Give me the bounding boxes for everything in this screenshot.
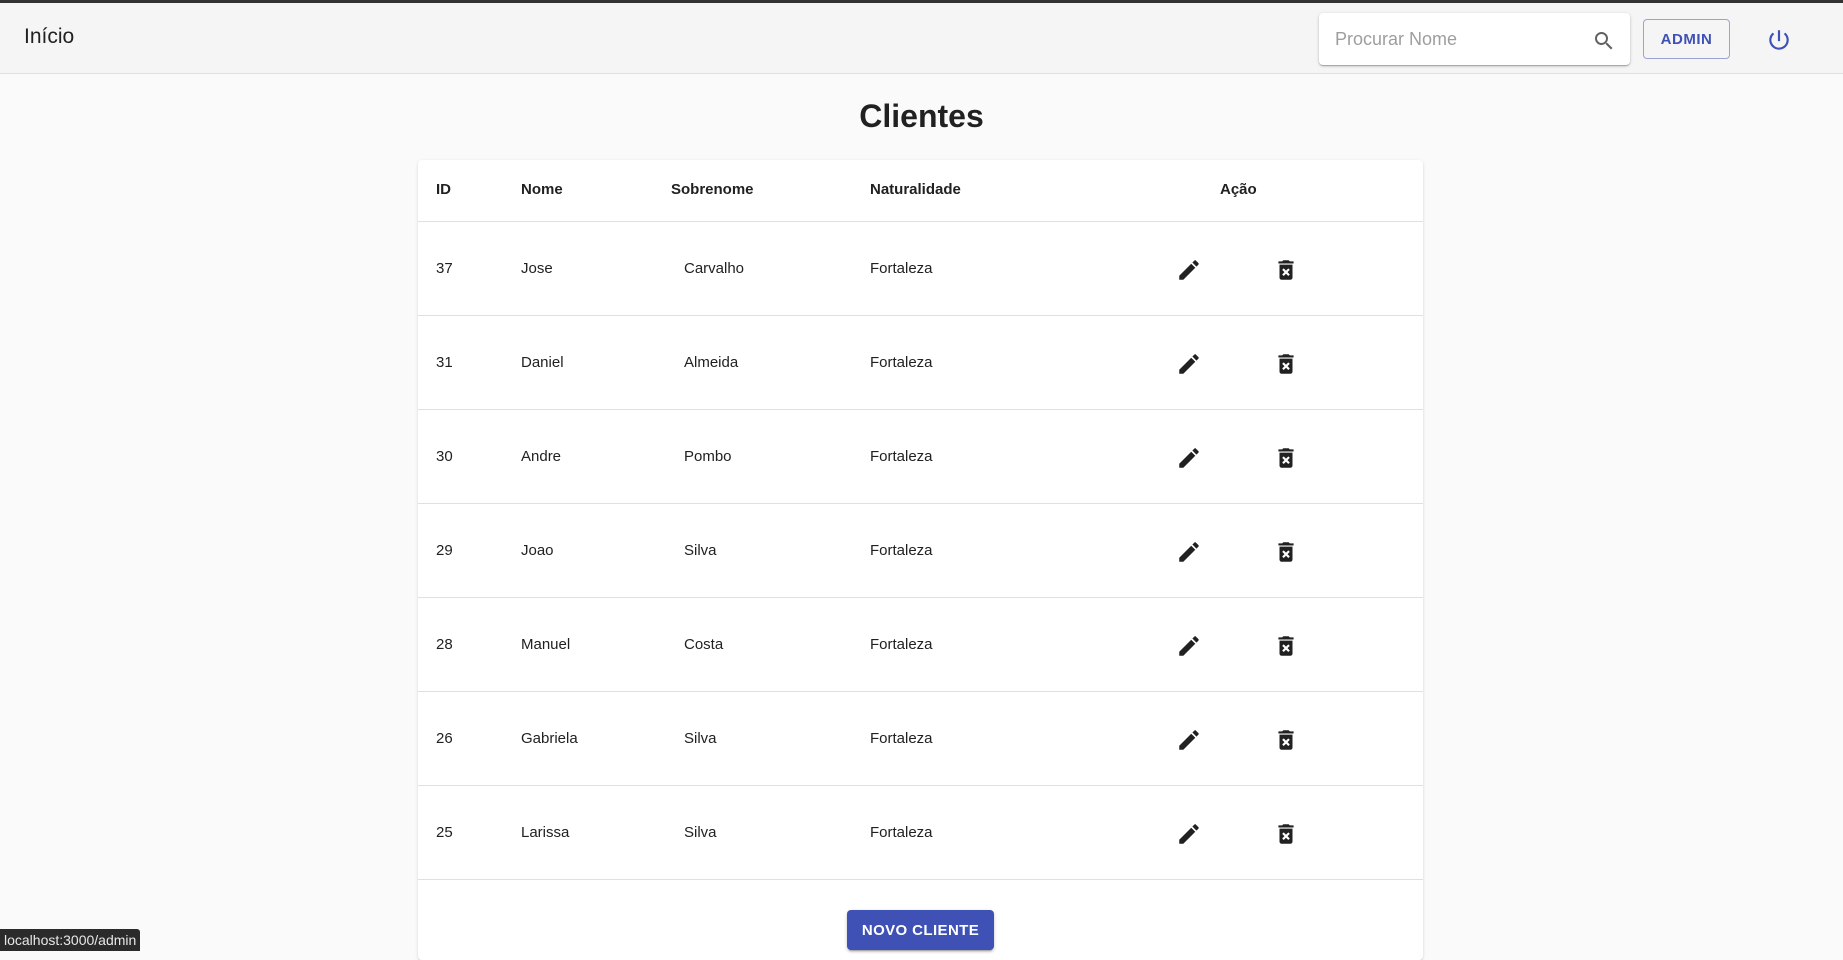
column-header-naturalidade: Naturalidade [870, 181, 961, 198]
clients-table-card: ID Nome Sobrenome Naturalidade Ação 37 J… [418, 160, 1423, 960]
cell-id: 30 [436, 448, 453, 465]
table-row: 28 Manuel Costa Fortaleza [418, 598, 1423, 692]
new-client-button[interactable]: NOVO CLIENTE [847, 910, 994, 950]
edit-icon[interactable] [1176, 445, 1202, 471]
table-row: 31 Daniel Almeida Fortaleza [418, 316, 1423, 410]
power-icon[interactable] [1766, 27, 1792, 53]
cell-naturalidade: Fortaleza [870, 448, 933, 465]
edit-icon[interactable] [1176, 539, 1202, 565]
delete-icon[interactable] [1273, 351, 1299, 377]
delete-icon[interactable] [1273, 257, 1299, 283]
cell-naturalidade: Fortaleza [870, 636, 933, 653]
column-header-sobrenome: Sobrenome [671, 181, 754, 198]
cell-id: 31 [436, 354, 453, 371]
cell-id: 25 [436, 824, 453, 841]
cell-sobrenome: Carvalho [684, 260, 745, 277]
table-header: ID Nome Sobrenome Naturalidade Ação [418, 160, 1423, 222]
table-footer: NOVO CLIENTE [418, 895, 1423, 960]
edit-icon[interactable] [1176, 727, 1202, 753]
edit-icon[interactable] [1176, 351, 1202, 377]
cell-sobrenome: Costa [684, 636, 724, 653]
app-title[interactable]: Início [24, 25, 74, 49]
table-row: 29 Joao Silva Fortaleza [418, 504, 1423, 598]
edit-icon[interactable] [1176, 821, 1202, 847]
search-input[interactable] [1335, 25, 1575, 53]
edit-icon[interactable] [1176, 257, 1202, 283]
cell-nome: Manuel [521, 636, 571, 653]
table-row: 26 Gabriela Silva Fortaleza [418, 692, 1423, 786]
cell-nome: Larissa [521, 824, 570, 841]
cell-nome: Daniel [521, 354, 564, 371]
cell-id: 26 [436, 730, 453, 747]
cell-naturalidade: Fortaleza [870, 542, 933, 559]
cell-naturalidade: Fortaleza [870, 354, 933, 371]
delete-icon[interactable] [1273, 445, 1299, 471]
column-header-nome: Nome [521, 181, 563, 198]
edit-icon[interactable] [1176, 633, 1202, 659]
column-header-id: ID [436, 181, 451, 198]
cell-nome: Andre [521, 448, 562, 465]
cell-sobrenome: Pombo [684, 448, 732, 465]
table-row: 37 Jose Carvalho Fortaleza [418, 222, 1423, 316]
cell-id: 29 [436, 542, 453, 559]
cell-sobrenome: Silva [684, 542, 717, 559]
app-bar: Início ADMIN [0, 3, 1843, 74]
table-row: 25 Larissa Silva Fortaleza [418, 786, 1423, 880]
column-header-acao: Ação [1220, 181, 1257, 198]
search-icon[interactable] [1592, 29, 1616, 53]
cell-naturalidade: Fortaleza [870, 730, 933, 747]
cell-sobrenome: Almeida [684, 354, 739, 371]
cell-sobrenome: Silva [684, 730, 717, 747]
cell-nome: Gabriela [521, 730, 578, 747]
delete-icon[interactable] [1273, 727, 1299, 753]
delete-icon[interactable] [1273, 633, 1299, 659]
delete-icon[interactable] [1273, 821, 1299, 847]
cell-naturalidade: Fortaleza [870, 824, 933, 841]
cell-nome: Jose [521, 260, 553, 277]
cell-naturalidade: Fortaleza [870, 260, 933, 277]
page-title: Clientes [859, 98, 984, 134]
table-row: 30 Andre Pombo Fortaleza [418, 410, 1423, 504]
cell-sobrenome: Silva [684, 824, 717, 841]
cell-id: 28 [436, 636, 453, 653]
search-box [1319, 13, 1630, 65]
status-bar-url: localhost:3000/admin [0, 929, 141, 951]
admin-button[interactable]: ADMIN [1643, 19, 1730, 59]
cell-nome: Joao [521, 542, 554, 559]
delete-icon[interactable] [1273, 539, 1299, 565]
cell-id: 37 [436, 260, 453, 277]
